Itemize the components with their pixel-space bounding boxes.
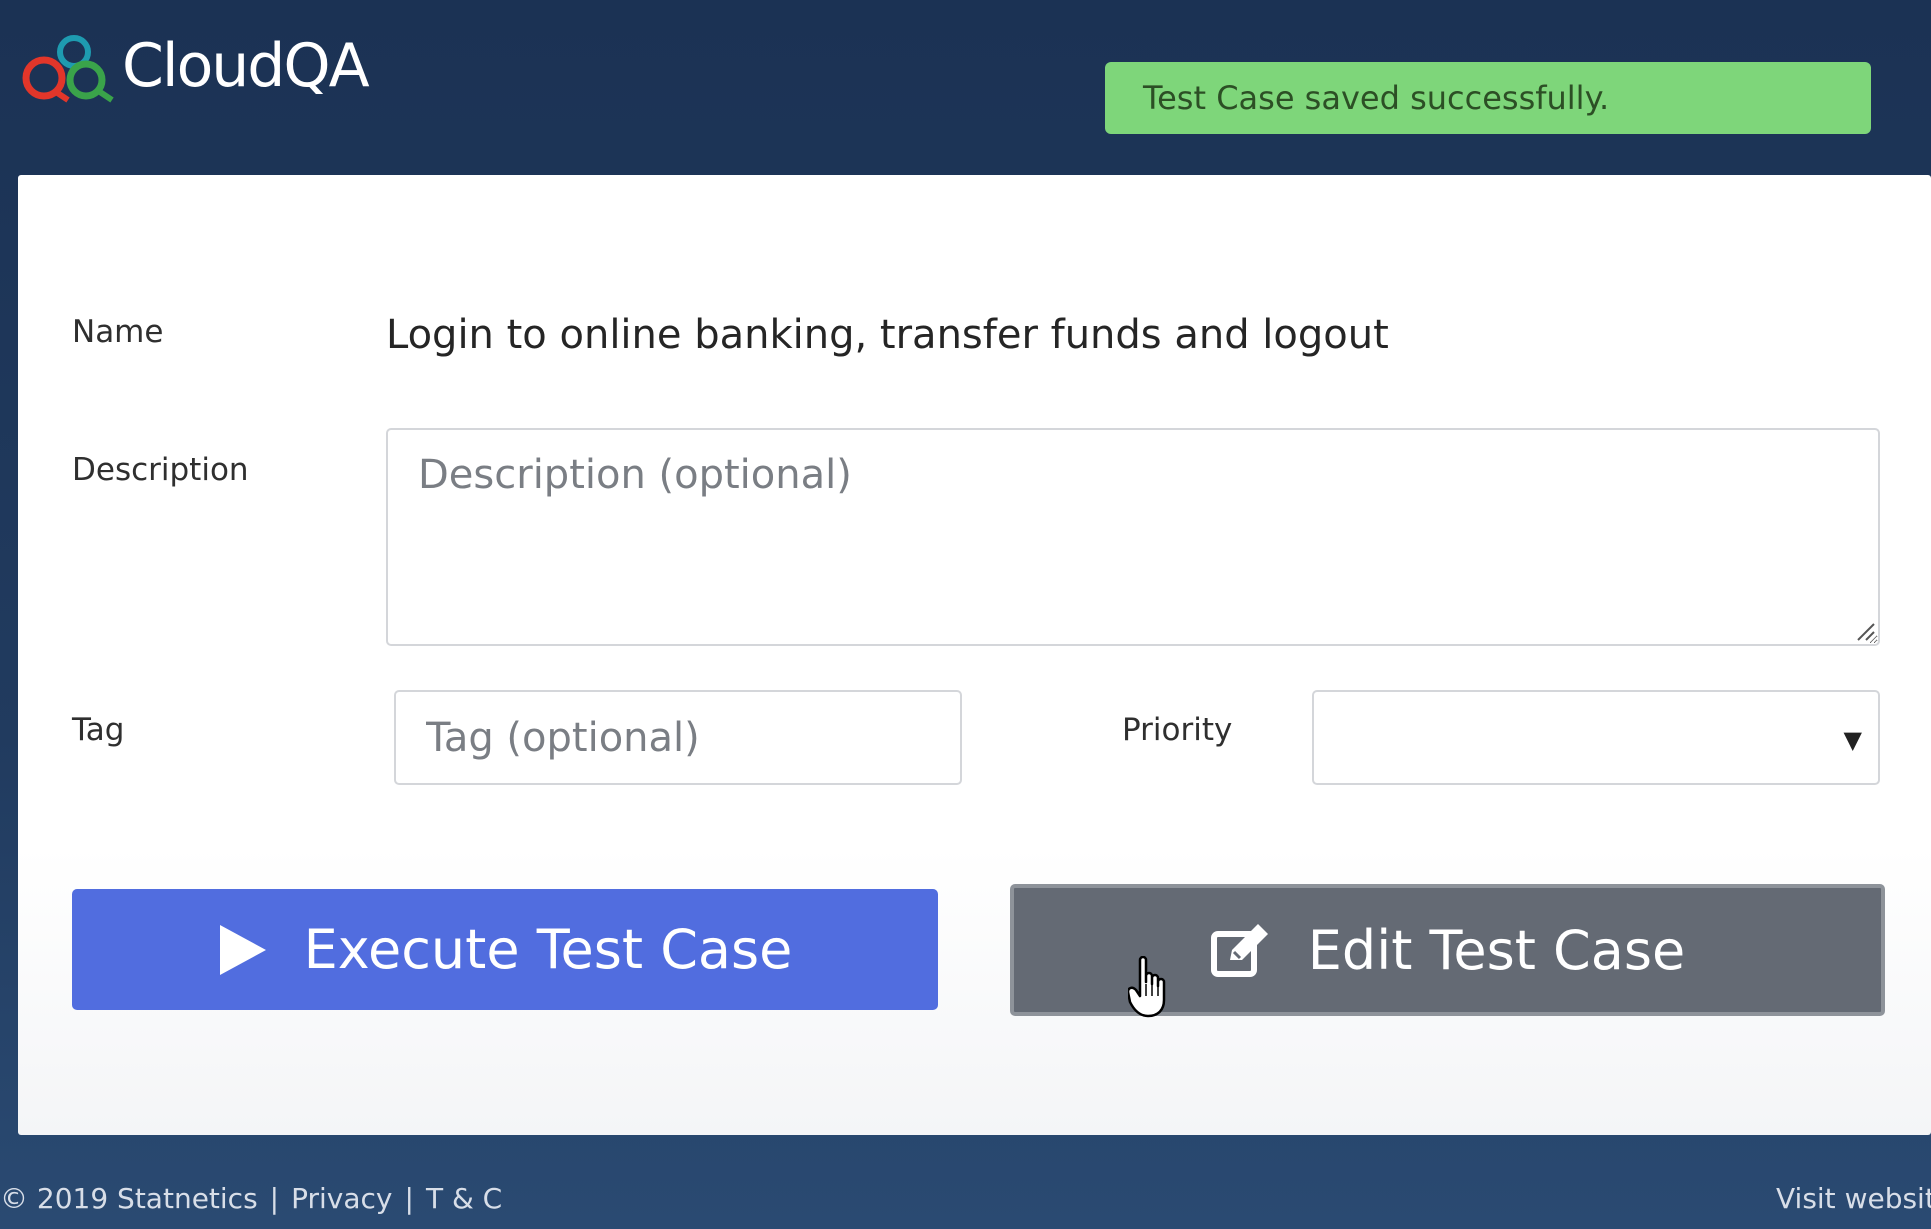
footer-separator: |: [404, 1182, 414, 1215]
execute-test-case-button[interactable]: Execute Test Case: [72, 889, 938, 1010]
chevron-down-icon: ▼: [1843, 726, 1862, 754]
edit-button-label: Edit Test Case: [1307, 918, 1686, 982]
copyright-text: © 2019 Statnetics: [0, 1182, 258, 1215]
execute-button-label: Execute Test Case: [303, 918, 793, 981]
edit-icon: [1210, 924, 1268, 977]
visit-website-label: Visit website: [1776, 1182, 1931, 1215]
footer-links: © 2019 Statnetics | Privacy | T & C: [0, 1182, 502, 1215]
privacy-link[interactable]: Privacy: [291, 1182, 392, 1215]
logo-text: CloudQA: [122, 31, 370, 101]
terms-link[interactable]: T & C: [426, 1182, 502, 1215]
priority-label: Priority: [1122, 712, 1233, 748]
success-toast: Test Case saved successfully.: [1105, 62, 1871, 134]
footer-separator: |: [269, 1182, 280, 1215]
name-label: Name: [72, 314, 164, 350]
hand-pointer-icon: [1128, 956, 1166, 1018]
priority-select[interactable]: ▼: [1312, 690, 1880, 785]
description-label: Description: [72, 452, 249, 488]
cloudqa-logo-icon: [22, 35, 114, 103]
tag-label: Tag: [72, 712, 125, 748]
resize-grip-icon[interactable]: [1852, 618, 1876, 642]
description-textarea[interactable]: [386, 428, 1880, 646]
test-case-name: Login to online banking, transfer funds …: [386, 312, 1389, 358]
play-icon: [219, 924, 266, 975]
visit-website-link[interactable]: Visit website: [1776, 1182, 1931, 1215]
toast-message: Test Case saved successfully.: [1143, 79, 1610, 117]
tag-input[interactable]: [394, 690, 962, 785]
cloudqa-logo[interactable]: CloudQA: [16, 26, 370, 106]
